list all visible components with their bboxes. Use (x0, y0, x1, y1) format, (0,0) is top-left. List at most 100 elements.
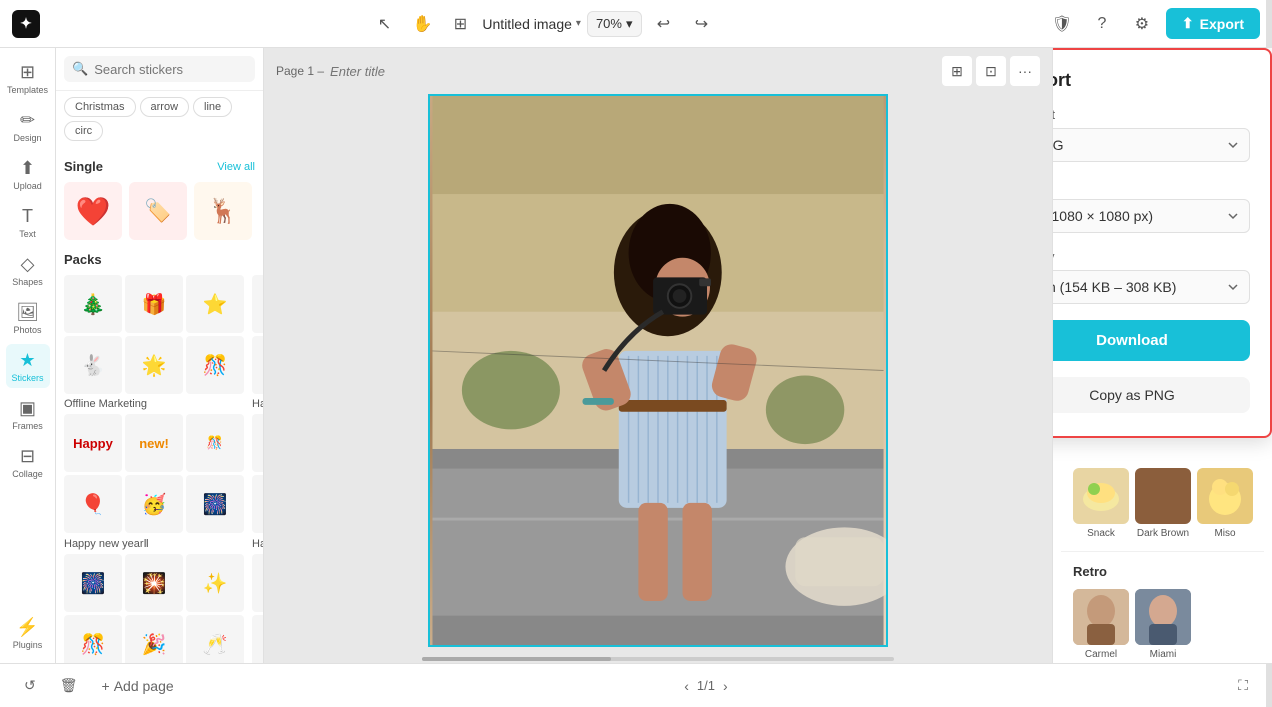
single-section-header: Single View all (64, 159, 255, 174)
stickers-icon: ★ (19, 350, 35, 371)
packs-row-1: 🎄 🎁 ⭐ 🐇 🌟 🎊 Offline Marketing 🎉 🎆 🥂 (64, 275, 255, 410)
page-indicator: Page 1 – (276, 64, 508, 79)
page-title-area[interactable]: Untitled image ▾ (482, 16, 581, 32)
photos-label: Photos (13, 325, 41, 335)
chevron-down-icon: ▾ (576, 18, 581, 29)
sidebar-item-plugins[interactable]: ⚡ Plugins (6, 611, 50, 655)
pack-label-hny2: Happy new yearⅡ (64, 537, 244, 550)
panel-item-dark-brown[interactable]: Dark Brown (1135, 468, 1191, 539)
pack-cell: 🐇 (64, 336, 122, 394)
prev-page-btn[interactable]: ‹ (684, 678, 689, 694)
export-button[interactable]: ⬆ Export (1166, 8, 1260, 39)
search-input[interactable] (94, 62, 247, 77)
cursor-tool-btn[interactable]: ↖ (368, 8, 400, 40)
icon-sidebar: ⊞ Templates ✏ Design ⬆ Upload T Text ◇ S… (0, 48, 56, 663)
pack-cell: ✨ (186, 554, 244, 612)
download-button[interactable]: Download (1052, 320, 1250, 361)
canvas-scrollbar[interactable] (264, 655, 1052, 663)
panel-item-carmel[interactable]: Carmel (1073, 589, 1129, 660)
expand-btn[interactable]: ⛶ (1230, 673, 1256, 698)
design-icon: ✏ (20, 110, 35, 131)
plugins-label: Plugins (13, 640, 43, 650)
sticker-cell-reindeer[interactable]: 🦌 (194, 182, 252, 240)
grid-view-btn[interactable]: ⊞ (444, 8, 476, 40)
add-page-btn[interactable]: + Add page (94, 674, 182, 698)
panel-section-snack: Snack Dark Brown (1061, 456, 1264, 552)
pack-happy-new-year-3[interactable]: 🎉 🎊 🎈 ✨ 🌟 🎆 Happy new year Ⅲ (252, 414, 263, 550)
expand-icon: ⛶ (1238, 677, 1248, 694)
pack-label-hny3: Happy new year Ⅲ (252, 537, 263, 550)
filter-tag-circ[interactable]: circ (64, 121, 103, 141)
pack-cell: ✨ (252, 475, 263, 533)
filter-tag-line[interactable]: line (193, 97, 232, 117)
quality-select[interactable]: High (154 KB – 308 KB) Medium (80 KB – 1… (1052, 270, 1250, 304)
stickers-panel: 🔍 Christmas arrow line circ Single View … (56, 48, 264, 663)
pack-happy-new-year-1[interactable]: 🎉 🎆 🥂 🎈 ✨ 🎇 Happy new year I (252, 275, 263, 410)
miso-svg (1200, 471, 1250, 521)
panel-item-snack[interactable]: Snack (1073, 468, 1129, 539)
history-btn[interactable]: ↺ (16, 673, 44, 698)
logo-icon[interactable]: ✦ (12, 10, 40, 38)
pack-happy-new-year-2[interactable]: Happy new! 🎊 🎈 🥳 🎆 Happy new yearⅡ (64, 414, 244, 550)
snack-thumb (1073, 468, 1129, 524)
pack-offline-marketing[interactable]: 🎄 🎁 ⭐ 🐇 🌟 🎊 Offline Marketing (64, 275, 244, 410)
crop-tool-btn[interactable]: ⊞ (942, 56, 972, 86)
miami-label: Miami (1150, 649, 1177, 660)
sticker-cell-heart[interactable]: ❤️ (64, 182, 122, 240)
hand-tool-btn[interactable]: ✋ (406, 8, 438, 40)
pack-cell: new! (125, 414, 183, 472)
sidebar-item-collage[interactable]: ⊟ Collage (6, 440, 50, 484)
copy-png-button[interactable]: Copy as PNG (1052, 377, 1250, 413)
search-input-wrap[interactable]: 🔍 (64, 56, 255, 82)
undo-btn[interactable]: ↩ (648, 8, 680, 40)
delete-btn[interactable]: 🗑 (52, 673, 86, 698)
view-all-link[interactable]: View all (217, 161, 255, 173)
filter-tag-christmas[interactable]: Christmas (64, 97, 136, 117)
sidebar-item-photos[interactable]: 🖼 Photos (6, 296, 50, 340)
size-select[interactable]: 1× (1080 × 1080 px) 2× (2160 × 2160 px) … (1052, 199, 1250, 233)
bottom-left: ↺ 🗑 + Add page (16, 673, 182, 698)
settings-icon-btn[interactable]: ⚙ (1126, 8, 1158, 40)
export-title: Export (1052, 70, 1250, 91)
zoom-level: 70% (596, 16, 622, 31)
sidebar-item-design[interactable]: ✏ Design (6, 104, 50, 148)
canvas-area: Page 1 – ⊞ ⊡ ··· (264, 48, 1052, 663)
miso-label: Miso (1214, 528, 1235, 539)
stickers-label: Stickers (11, 373, 43, 383)
pack-food-drink[interactable]: 🍰 🥂 🍾 🍕 🍔 🧁 Food and Drink (252, 554, 263, 663)
more-options-btn[interactable]: ··· (1010, 56, 1040, 86)
sidebar-item-frames[interactable]: ▣ Frames (6, 392, 50, 436)
pack-happy-new-year-4[interactable]: 🎆 🎇 ✨ 🎊 🎉 🥂 Happy new year IV (64, 554, 244, 663)
single-sticker-grid: ❤️ 🏷️ 🦌 (64, 182, 255, 240)
canvas-photo-svg (430, 96, 886, 645)
shield-icon-btn[interactable]: 🛡 (1046, 8, 1078, 40)
frames-label: Frames (12, 421, 43, 431)
pack-cell: 🌟 (125, 336, 183, 394)
next-page-btn[interactable]: › (723, 678, 728, 694)
pack-cell: 🎉 (252, 414, 263, 472)
sidebar-item-shapes[interactable]: ◇ Shapes (6, 248, 50, 292)
help-icon-btn[interactable]: ? (1086, 8, 1118, 40)
filter-tag-arrow[interactable]: arrow (140, 97, 190, 117)
bottom-right: ⛶ (1230, 673, 1256, 698)
pack-cell: 🎆 (64, 554, 122, 612)
panel-item-miso[interactable]: Miso (1197, 468, 1253, 539)
pack-cell: 🥳 (125, 475, 183, 533)
history-icon: ↺ (24, 677, 36, 694)
sticker-cell-sale[interactable]: 🏷️ (129, 182, 187, 240)
format-group: Format JPEG PNG SVG PDF (1052, 107, 1250, 162)
sidebar-item-stickers[interactable]: ★ Stickers (6, 344, 50, 388)
carmel-svg (1073, 589, 1129, 645)
panel-item-miami[interactable]: Miami (1135, 589, 1191, 660)
sidebar-item-upload[interactable]: ⬆ Upload (6, 152, 50, 196)
canvas-title-input[interactable] (330, 64, 508, 79)
topbar: ✦ ↖ ✋ ⊞ Untitled image ▾ 70% ▾ ↩ ↪ 🛡 ? ⚙… (0, 0, 1272, 48)
qr-tool-btn[interactable]: ⊡ (976, 56, 1006, 86)
format-select[interactable]: JPEG PNG SVG PDF (1052, 128, 1250, 162)
sidebar-item-text[interactable]: T Text (6, 200, 50, 244)
redo-btn[interactable]: ↪ (686, 8, 718, 40)
pack-cell: 🎈 (252, 336, 263, 394)
stickers-scroll[interactable]: Single View all ❤️ 🏷️ 🦌 Packs 🎄 🎁 ⭐ (56, 147, 263, 663)
zoom-control[interactable]: 70% ▾ (587, 11, 642, 37)
sidebar-item-templates[interactable]: ⊞ Templates (6, 56, 50, 100)
